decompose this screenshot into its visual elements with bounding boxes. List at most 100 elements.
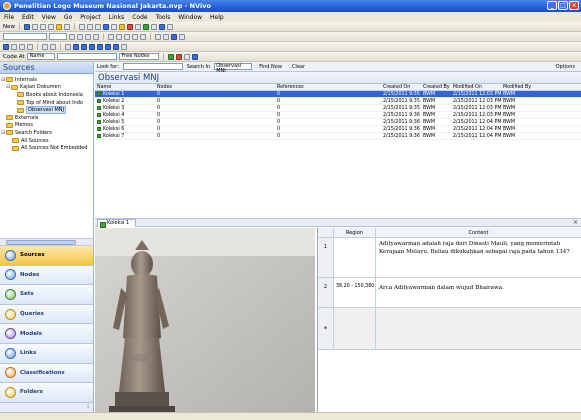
dock-icon[interactable]	[121, 43, 127, 50]
menu-code[interactable]: Code	[132, 14, 147, 21]
look-for-input[interactable]	[122, 63, 183, 70]
tree-item-externals[interactable]: Externals	[0, 114, 93, 122]
underline-icon[interactable]	[93, 33, 99, 40]
region-row[interactable]: 1 Adityawarman adalah raja dari Dinasti …	[318, 238, 581, 278]
nav-button-sets[interactable]: Sets	[0, 285, 93, 305]
menu-links[interactable]: Links	[109, 14, 124, 21]
nav-button-queries[interactable]: Queries	[0, 304, 93, 325]
options-button[interactable]: Options	[556, 64, 581, 70]
stop-icon[interactable]	[11, 43, 17, 50]
memo-icon[interactable]	[151, 23, 157, 30]
grid-icon[interactable]	[65, 43, 71, 50]
menu-tools[interactable]: Tools	[156, 14, 171, 21]
region-cell[interactable]	[334, 238, 376, 277]
column-header-modified-by[interactable]: Modified By	[501, 84, 541, 90]
table-row[interactable]: Koleksi 6 0 0 2/15/2011 9:36 BWM 2/15/2011 12…	[95, 126, 581, 133]
font-combo[interactable]	[3, 33, 47, 40]
delete-icon[interactable]	[127, 23, 133, 30]
menu-project[interactable]: Project	[80, 14, 101, 21]
spell-icon[interactable]	[171, 33, 177, 40]
list-view-icon[interactable]	[73, 43, 79, 50]
search-in-combo[interactable]: Observasi MNJ	[214, 63, 253, 74]
undo-icon[interactable]	[64, 23, 70, 30]
size-combo[interactable]	[49, 33, 67, 40]
region-icon[interactable]	[42, 43, 48, 50]
link-icon[interactable]	[143, 23, 149, 30]
table-row[interactable]: Koleksi 5 0 0 2/15/2011 9:36 BWM 2/15/2011 12…	[95, 119, 581, 126]
paste-icon[interactable]	[56, 23, 62, 30]
nav-button-nodes[interactable]: Nodes	[0, 265, 93, 286]
column-header-references[interactable]: References	[275, 84, 381, 90]
minimize-button[interactable]: _	[547, 1, 557, 10]
nav-button-folders[interactable]: Folders	[0, 383, 93, 403]
close-button[interactable]: ×	[569, 1, 579, 10]
model-icon[interactable]	[159, 23, 165, 30]
tree-horizontal-scrollbar[interactable]	[0, 238, 93, 246]
tile-view-icon[interactable]	[89, 43, 95, 50]
code-icon[interactable]	[167, 53, 174, 60]
view-icon[interactable]	[103, 23, 109, 30]
tree-item-memos[interactable]: Memos	[0, 122, 93, 130]
close-tab-icon[interactable]: ×	[573, 219, 578, 227]
thumbnail-view-icon[interactable]	[105, 43, 111, 50]
code-at-field-combo[interactable]: Name	[26, 53, 55, 60]
clear-button[interactable]: Clear	[289, 64, 308, 70]
region-cell[interactable]	[334, 308, 376, 349]
numbering-icon[interactable]	[124, 33, 130, 40]
content-cell[interactable]: Adityawarman adalah raja dari Dinasti Ma…	[376, 238, 581, 277]
nav-button-classifications[interactable]: Classifications	[0, 363, 93, 384]
free-nodes-combo[interactable]: Free Nodes	[118, 53, 159, 60]
nav-button-models[interactable]: Models	[0, 324, 93, 344]
column-header-created-by[interactable]: Created By	[421, 84, 451, 90]
tree-item-all-sources-not-embedded[interactable]: All Sources Not Embedded	[0, 144, 93, 152]
column-header-nodes[interactable]: Nodes	[155, 84, 275, 90]
column-header-region[interactable]: Region	[334, 228, 376, 237]
tree-item-observasi-mnj[interactable]: Observasi MNJ	[0, 106, 93, 115]
indent-icon[interactable]	[132, 33, 138, 40]
content-cell[interactable]: Arca Adityawarman dalam wujud Bhairawa.	[376, 278, 581, 307]
align-right-icon[interactable]	[95, 23, 101, 30]
replace-icon[interactable]	[163, 33, 169, 40]
rewind-icon[interactable]	[19, 43, 25, 50]
refresh-icon[interactable]	[111, 23, 117, 30]
highlight-icon[interactable]	[50, 43, 56, 50]
code-at-input[interactable]	[56, 53, 117, 60]
folder-icon[interactable]	[119, 23, 125, 30]
bullets-icon[interactable]	[116, 33, 122, 40]
table-row[interactable]: Koleksi 3 0 0 2/15/2011 9:35 BWM 2/15/2011 12…	[95, 105, 581, 112]
coding-stripes-icon[interactable]	[191, 53, 198, 60]
column-header-content[interactable]: Content	[376, 228, 581, 237]
menu-window[interactable]: Window	[178, 14, 202, 21]
tree-item-internals[interactable]: ⊟ Internals	[0, 76, 93, 84]
find-now-button[interactable]: Find Now	[256, 64, 285, 70]
new-region-row[interactable]: *	[318, 308, 581, 350]
region-row[interactable]: 2 38,20 - 150,380 Arca Adityawarman dala…	[318, 278, 581, 308]
save-icon[interactable]	[24, 23, 30, 30]
properties-icon[interactable]	[135, 23, 141, 30]
find-icon[interactable]	[155, 33, 161, 40]
copy-icon[interactable]	[48, 23, 54, 30]
nav-button-links[interactable]: Links	[0, 343, 93, 364]
align-center-icon[interactable]	[87, 23, 93, 30]
tab-koleksi-1[interactable]: Koleksi 1	[97, 219, 137, 228]
table-row[interactable]: Koleksi 2 0 0 2/15/2011 9:35 BWM 2/15/2011 12…	[95, 98, 581, 105]
play-icon[interactable]	[3, 43, 9, 50]
nav-button-sources[interactable]: Sources	[0, 246, 93, 266]
cut-icon[interactable]	[40, 23, 46, 30]
bold-icon[interactable]	[77, 33, 83, 40]
detail-view-icon[interactable]	[81, 43, 87, 50]
table-row[interactable]: Koleksi 7 0 0 2/15/2011 9:36 BWM 2/15/2011 12…	[95, 133, 581, 140]
table-row[interactable]: Koleksi 4 0 0 2/15/2011 9:36 BWM 2/15/2011 12…	[95, 112, 581, 119]
menu-help[interactable]: Help	[210, 14, 224, 21]
menu-view[interactable]: View	[42, 14, 56, 21]
maximize-button[interactable]: □	[558, 1, 568, 10]
chart-icon[interactable]	[167, 23, 173, 30]
uncode-icon[interactable]	[175, 53, 182, 60]
icon-view-icon[interactable]	[97, 43, 103, 50]
tree-item-books-about-indonesia[interactable]: Books about Indonesia	[0, 91, 93, 99]
tree-item-all-sources[interactable]: All Sources	[0, 137, 93, 145]
new-button[interactable]: New	[3, 24, 15, 30]
font-color-icon[interactable]	[69, 33, 75, 40]
content-cell[interactable]	[376, 308, 581, 349]
column-header-name[interactable]: Name	[95, 84, 155, 90]
